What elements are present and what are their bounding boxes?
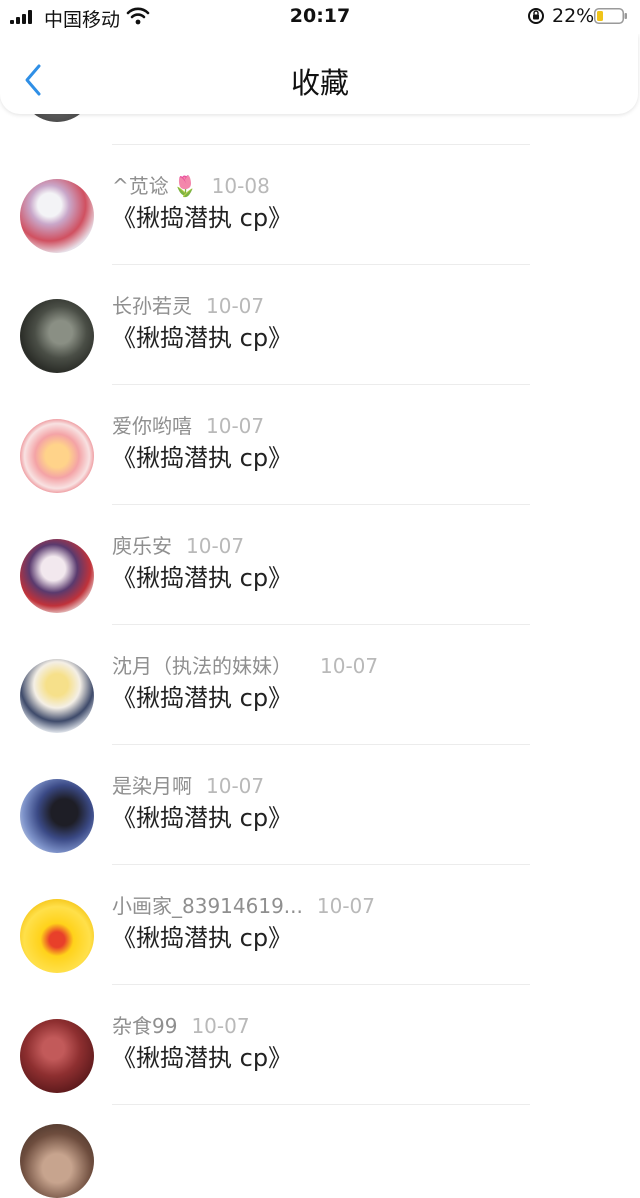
nav-header: 收藏 bbox=[0, 34, 638, 114]
avatar[interactable] bbox=[20, 899, 94, 973]
item-title[interactable]: 《揪捣潜执 cp》 bbox=[112, 558, 292, 593]
avatar[interactable] bbox=[20, 659, 94, 733]
page-title: 收藏 bbox=[290, 66, 349, 100]
favorites-list: ^苋谂 🌷 10-08 《揪捣潜执 cp》 长孙若灵 10-07 《揪捣潜执 cp》 … bbox=[0, 0, 640, 1198]
item-title[interactable]: 《揪捣潜执 cp》 bbox=[112, 318, 292, 353]
avatar[interactable] bbox=[20, 179, 94, 253]
divider bbox=[112, 264, 530, 265]
item-meta: 是染月啊 10-07 bbox=[112, 770, 264, 799]
item-title[interactable]: 《揪捣潜执 cp》 bbox=[112, 678, 292, 713]
item-date: 10-07 bbox=[206, 774, 265, 798]
item-date: 10-07 bbox=[186, 534, 245, 558]
item-date: 10-07 bbox=[316, 894, 375, 918]
item-username[interactable]: 爱你哟嘻 bbox=[112, 414, 192, 438]
item-title[interactable]: 《揪捣潜执 cp》 bbox=[112, 918, 292, 953]
item-meta: 小画家_83914619... 10-07 bbox=[112, 890, 375, 919]
item-meta: 爱你哟嘻 10-07 bbox=[112, 410, 264, 439]
item-username[interactable]: 庾乐安 bbox=[112, 534, 172, 558]
item-meta: 沈月（执法的妹妹） 10-07 bbox=[112, 650, 378, 679]
item-date: 10-07 bbox=[206, 414, 265, 438]
item-title[interactable]: 《揪捣潜执 cp》 bbox=[112, 438, 292, 473]
divider bbox=[112, 864, 530, 865]
battery-percent: 22% bbox=[552, 5, 595, 27]
status-bar: 中国移动 20:17 22% bbox=[0, 0, 640, 34]
avatar[interactable] bbox=[20, 779, 94, 853]
item-title[interactable]: 《揪捣潜执 cp》 bbox=[112, 198, 292, 233]
item-date: 10-08 bbox=[211, 174, 270, 198]
item-username[interactable]: 小画家_83914619... bbox=[112, 894, 303, 918]
item-username[interactable]: 沈月（执法的妹妹） bbox=[112, 654, 292, 678]
item-date: 10-07 bbox=[320, 654, 379, 678]
rotation-lock-icon bbox=[528, 8, 544, 24]
item-meta: ^苋谂 🌷 10-08 bbox=[112, 170, 270, 199]
battery-icon bbox=[594, 8, 627, 24]
avatar[interactable] bbox=[20, 539, 94, 613]
item-meta: 庾乐安 10-07 bbox=[112, 530, 244, 559]
item-username[interactable]: 长孙若灵 bbox=[112, 294, 192, 318]
avatar[interactable] bbox=[20, 299, 94, 373]
item-meta: 长孙若灵 10-07 bbox=[112, 290, 264, 319]
tulip-icon: 🌷 bbox=[172, 174, 198, 198]
divider bbox=[112, 984, 530, 985]
avatar[interactable] bbox=[20, 1124, 94, 1198]
item-username[interactable]: ^苋谂 bbox=[112, 174, 169, 198]
divider bbox=[112, 384, 530, 385]
item-username[interactable]: 是染月啊 bbox=[112, 774, 192, 798]
avatar[interactable] bbox=[20, 419, 94, 493]
item-title[interactable]: 《揪捣潜执 cp》 bbox=[112, 798, 292, 833]
divider bbox=[112, 504, 530, 505]
item-date: 10-07 bbox=[206, 294, 265, 318]
divider bbox=[112, 744, 530, 745]
item-username[interactable]: 杂食99 bbox=[112, 1014, 177, 1038]
item-date: 10-07 bbox=[191, 1014, 250, 1038]
divider bbox=[112, 624, 530, 625]
divider bbox=[112, 144, 530, 145]
divider bbox=[112, 1104, 530, 1105]
item-title[interactable]: 《揪捣潜执 cp》 bbox=[112, 1038, 292, 1073]
avatar[interactable] bbox=[20, 1019, 94, 1093]
item-meta: 杂食99 10-07 bbox=[112, 1010, 250, 1039]
